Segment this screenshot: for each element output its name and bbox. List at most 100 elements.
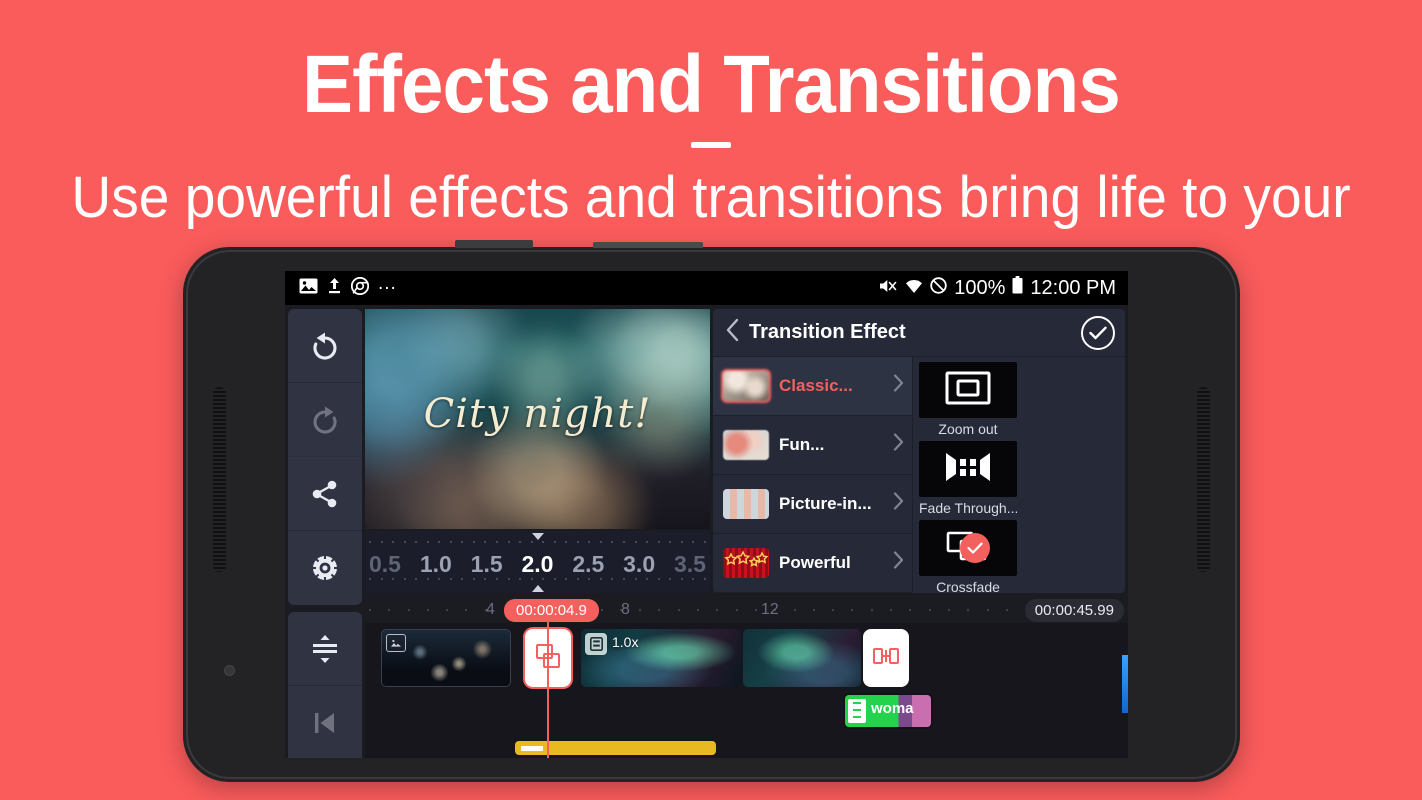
- total-duration-badge: 00:00:45.99: [1024, 599, 1124, 622]
- duration-values: 0.5 1.0 1.5 2.0 2.5 3.0 3.5: [365, 550, 710, 578]
- audio-track-handle[interactable]: [521, 746, 543, 751]
- duration-caret-up: [531, 533, 544, 540]
- page-title: Effects and Transitions: [302, 39, 1121, 130]
- redo-button[interactable]: [288, 383, 362, 457]
- check-circle-icon[interactable]: [1081, 315, 1115, 350]
- tool-rail: [288, 309, 362, 758]
- zoom-out-frame-icon: [945, 371, 991, 410]
- redo-icon: [308, 403, 342, 437]
- video-preview[interactable]: City night!: [365, 309, 710, 529]
- chevron-right-icon: [893, 374, 904, 398]
- playhead-time-badge[interactable]: 00:00:04.9: [504, 599, 599, 622]
- effect-label: Zoom out: [938, 421, 998, 437]
- category-label: Fun...: [779, 435, 825, 454]
- duration-value-2[interactable]: 1.5: [471, 551, 503, 578]
- duration-ticks-top: [365, 541, 710, 547]
- speaker-grille-right: [1197, 387, 1210, 572]
- category-item-fun[interactable]: Fun...: [713, 416, 912, 475]
- transition-panel-body: Classic... Fun... Picture-in... Powerful…: [713, 357, 1125, 593]
- volume-button[interactable]: [455, 240, 533, 248]
- chevron-right-icon: [893, 551, 904, 575]
- effect-tile: [919, 362, 1017, 418]
- expand-rows-icon: [309, 633, 341, 665]
- duration-ticks-bottom: [365, 578, 710, 584]
- effect-tile: [919, 520, 1017, 576]
- ruler-mark-8: 8: [621, 601, 630, 618]
- clip-name-label: woma: [871, 700, 914, 717]
- category-thumbnail: [723, 489, 769, 519]
- effect-item-zoom-out[interactable]: Zoom out: [919, 362, 1017, 437]
- chevron-left-icon[interactable]: [725, 318, 739, 347]
- duration-value-6[interactable]: 3.5: [674, 551, 706, 578]
- effect-item-crossfade[interactable]: Crossfade: [919, 520, 1017, 593]
- wifi-icon: [905, 277, 923, 300]
- effect-label: Fade Through...: [919, 500, 1017, 516]
- timeline[interactable]: 4 8 12 00:00:04.9 00:00:45.99 1.0x woma: [365, 597, 1128, 758]
- clip-speed-label: 1.0x: [612, 634, 639, 650]
- settings-button[interactable]: [288, 531, 362, 605]
- battery-percent-label: 100%: [954, 276, 1006, 299]
- expand-timeline-button[interactable]: [288, 612, 362, 686]
- front-camera: [224, 665, 235, 676]
- category-item-picture-in-picture[interactable]: Picture-in...: [713, 475, 912, 534]
- film-strip-icon: [848, 699, 866, 723]
- audio-track-bar[interactable]: [515, 741, 716, 755]
- playhead-line[interactable]: [547, 619, 549, 758]
- duration-value-5[interactable]: 3.0: [623, 551, 655, 578]
- duration-value-3[interactable]: 2.0: [521, 551, 553, 578]
- undo-icon: [308, 329, 342, 363]
- timeline-ruler[interactable]: 4 8 12 00:00:04.9 00:00:45.99: [365, 597, 1128, 623]
- chrome-icon: [350, 276, 370, 300]
- duration-slider[interactable]: 0.5 1.0 1.5 2.0 2.5 3.0 3.5: [365, 531, 710, 593]
- effect-label: Crossfade: [936, 579, 1000, 593]
- duration-value-1[interactable]: 1.0: [420, 551, 452, 578]
- undo-button[interactable]: [288, 309, 362, 383]
- do-not-disturb-icon: [930, 276, 947, 300]
- speaker-grille-left: [213, 387, 226, 572]
- status-bar: ... 100% 12:00 PM: [285, 271, 1128, 305]
- phone-device: ... 100% 12:00 PM City night! 0.5 1.0 1.…: [183, 240, 1240, 782]
- effect-category-list: Classic... Fun... Picture-in... Powerful: [713, 357, 913, 593]
- effect-item-fade-through[interactable]: Fade Through...: [919, 441, 1017, 516]
- app-body: City night! 0.5 1.0 1.5 2.0 2.5 3.0 3.5: [285, 305, 1128, 758]
- category-thumbnail: [723, 371, 769, 401]
- duration-value-4[interactable]: 2.5: [572, 551, 604, 578]
- timeline-clip-nebula[interactable]: 1.0x: [581, 629, 741, 687]
- skip-previous-icon: [310, 708, 340, 738]
- phone-screen: ... 100% 12:00 PM City night! 0.5 1.0 1.…: [285, 271, 1128, 758]
- upload-icon: [327, 277, 342, 299]
- selected-check-icon: [960, 533, 990, 563]
- preview-overlay-text: City night!: [423, 391, 652, 437]
- effect-grid: Zoom out Fade Through... Crossfade: [913, 357, 1125, 593]
- category-thumbnail: [723, 548, 769, 578]
- timeline-clip-city-night[interactable]: [381, 629, 511, 687]
- chevron-right-icon: [893, 492, 904, 516]
- ruler-ticks: [365, 609, 1128, 612]
- timeline-tracks: 1.0x woma: [365, 623, 1128, 758]
- timeline-clip-woman[interactable]: woma: [845, 695, 931, 727]
- clock-label: 12:00 PM: [1030, 276, 1116, 299]
- battery-icon: [1012, 276, 1023, 300]
- overflow-dots: ...: [378, 273, 397, 294]
- share-icon: [310, 479, 340, 509]
- category-label: Picture-in...: [779, 494, 872, 513]
- timeline-next-clip-edge[interactable]: [1122, 655, 1128, 713]
- transition-effect-panel: Transition Effect Classic... Fun... Pict…: [713, 309, 1125, 593]
- image-icon: [299, 278, 318, 299]
- gear-icon: [309, 552, 341, 584]
- power-button[interactable]: [593, 242, 703, 248]
- layers-icon: [585, 633, 607, 655]
- share-button[interactable]: [288, 457, 362, 531]
- category-label: Classic...: [779, 376, 853, 395]
- category-item-powerful[interactable]: Powerful: [713, 534, 912, 593]
- timeline-clip-nebula-2[interactable]: [743, 629, 861, 687]
- ruler-mark-12: 12: [761, 601, 779, 618]
- timeline-transition-chip[interactable]: [863, 629, 909, 687]
- effect-tile: [919, 441, 1017, 497]
- skip-to-start-button[interactable]: [288, 686, 362, 758]
- fade-through-icon: [944, 451, 992, 488]
- duration-caret-down: [531, 585, 544, 592]
- category-label: Powerful: [779, 553, 851, 572]
- duration-value-0[interactable]: 0.5: [369, 551, 401, 578]
- category-item-classic[interactable]: Classic...: [713, 357, 912, 416]
